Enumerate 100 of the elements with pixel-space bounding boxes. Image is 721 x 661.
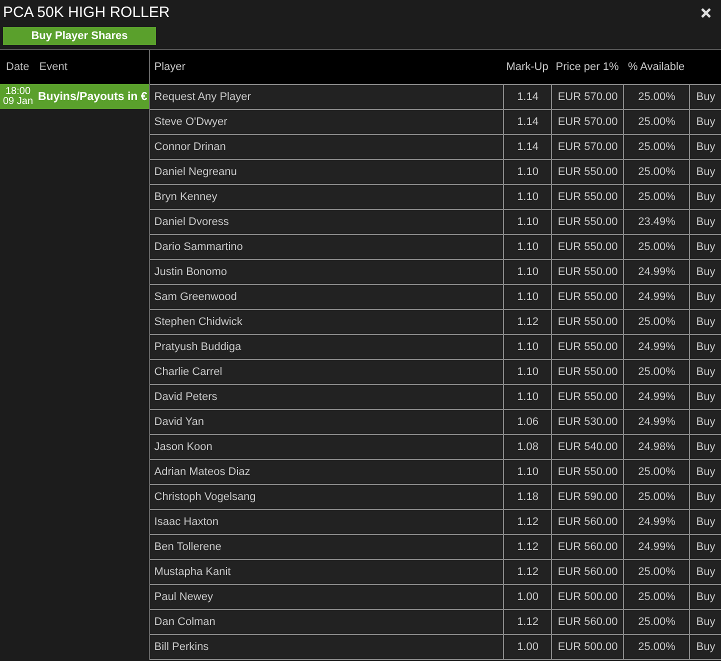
buy-button[interactable]: Buy: [689, 85, 721, 109]
available-cell: 25.00%: [623, 185, 690, 209]
price-cell: EUR 550.00: [551, 185, 624, 209]
available-cell: 24.99%: [623, 335, 690, 359]
price-cell: EUR 550.00: [551, 210, 624, 234]
close-icon[interactable]: [701, 8, 711, 18]
available-cell: 25.00%: [623, 310, 690, 334]
buy-button[interactable]: Buy: [689, 185, 721, 209]
player-cell: Dan Colman: [150, 610, 504, 634]
available-cell: 24.98%: [623, 435, 690, 459]
buy-button[interactable]: Buy: [689, 135, 721, 159]
price-cell: EUR 560.00: [551, 510, 624, 534]
price-cell: EUR 550.00: [551, 285, 624, 309]
buy-button[interactable]: Buy: [689, 360, 721, 384]
available-cell: 25.00%: [623, 110, 690, 134]
available-cell: 25.00%: [623, 160, 690, 184]
buy-button[interactable]: Buy: [689, 610, 721, 634]
player-cell: Sam Greenwood: [150, 285, 504, 309]
player-cell: Justin Bonomo: [150, 260, 504, 284]
buy-button[interactable]: Buy: [689, 535, 721, 559]
price-cell: EUR 570.00: [551, 85, 624, 109]
markup-cell: 1.12: [503, 310, 552, 334]
available-cell: 25.00%: [623, 135, 690, 159]
player-cell: Paul Newey: [150, 585, 504, 609]
buy-button[interactable]: Buy: [689, 285, 721, 309]
player-cell: Bill Perkins: [150, 635, 504, 659]
buy-button[interactable]: Buy: [689, 335, 721, 359]
buy-button[interactable]: Buy: [689, 260, 721, 284]
price-cell: EUR 550.00: [551, 310, 624, 334]
buy-button[interactable]: Buy: [689, 560, 721, 584]
price-cell: EUR 550.00: [551, 235, 624, 259]
player-cell: Connor Drinan: [150, 135, 504, 159]
buy-button[interactable]: Buy: [689, 235, 721, 259]
markup-cell: 1.10: [503, 260, 552, 284]
markup-cell: 1.00: [503, 585, 552, 609]
price-cell: EUR 570.00: [551, 135, 624, 159]
available-cell: 25.00%: [623, 610, 690, 634]
buy-button[interactable]: Buy: [689, 460, 721, 484]
column-header: Date: [6, 61, 30, 73]
buy-button[interactable]: Buy: [689, 585, 721, 609]
player-cell: Charlie Carrel: [150, 360, 504, 384]
player-cell: Request Any Player: [150, 85, 504, 109]
markup-cell: 1.00: [503, 635, 552, 659]
player-cell: Isaac Haxton: [150, 510, 504, 534]
markup-cell: 1.10: [503, 360, 552, 384]
markup-cell: 1.14: [503, 110, 552, 134]
available-cell: 23.49%: [623, 210, 690, 234]
player-cell: Stephen Chidwick: [150, 310, 504, 334]
markup-cell: 1.10: [503, 210, 552, 234]
buy-button[interactable]: Buy: [689, 410, 721, 434]
player-cell: Bryn Kenney: [150, 185, 504, 209]
player-cell: Jason Koon: [150, 435, 504, 459]
price-cell: EUR 560.00: [551, 535, 624, 559]
buy-button[interactable]: Buy: [689, 210, 721, 234]
price-cell: EUR 540.00: [551, 435, 624, 459]
price-cell: EUR 550.00: [551, 335, 624, 359]
markup-cell: 1.18: [503, 485, 552, 509]
markup-cell: 1.06: [503, 410, 552, 434]
buy-button[interactable]: Buy: [689, 310, 721, 334]
price-cell: EUR 560.00: [551, 610, 624, 634]
available-cell: 24.99%: [623, 510, 690, 534]
buy-button[interactable]: Buy: [689, 485, 721, 509]
player-cell: Daniel Dvoress: [150, 210, 504, 234]
buy-button[interactable]: Buy: [689, 635, 721, 659]
price-cell: EUR 500.00: [551, 635, 624, 659]
markup-cell: 1.10: [503, 285, 552, 309]
player-cell: Dario Sammartino: [150, 235, 504, 259]
buy-button[interactable]: Buy: [689, 510, 721, 534]
player-cell: Christoph Vogelsang: [150, 485, 504, 509]
available-cell: 25.00%: [623, 235, 690, 259]
available-cell: 24.99%: [623, 535, 690, 559]
available-cell: 25.00%: [623, 485, 690, 509]
buy-button[interactable]: Buy: [689, 160, 721, 184]
price-cell: EUR 530.00: [551, 410, 624, 434]
markup-cell: 1.10: [503, 185, 552, 209]
buy-button[interactable]: Buy: [689, 435, 721, 459]
player-cell: David Peters: [150, 385, 504, 409]
event-time: 18:00: [5, 86, 31, 96]
price-cell: EUR 550.00: [551, 260, 624, 284]
player-cell: Daniel Negreanu: [150, 160, 504, 184]
buy-button[interactable]: Buy: [689, 110, 721, 134]
player-cell: Ben Tollerene: [150, 535, 504, 559]
column-header: Event: [39, 61, 68, 73]
available-cell: 24.99%: [623, 285, 690, 309]
available-cell: 25.00%: [623, 85, 690, 109]
price-cell: EUR 550.00: [551, 160, 624, 184]
available-cell: 24.99%: [623, 260, 690, 284]
price-cell: EUR 560.00: [551, 560, 624, 584]
available-cell: 24.99%: [623, 410, 690, 434]
markup-cell: 1.12: [503, 510, 552, 534]
player-cell: Mustapha Kanit: [150, 560, 504, 584]
markup-cell: 1.08: [503, 435, 552, 459]
price-cell: EUR 550.00: [551, 360, 624, 384]
buy-button[interactable]: Buy: [689, 385, 721, 409]
available-cell: 25.00%: [623, 585, 690, 609]
markup-cell: 1.14: [503, 85, 552, 109]
available-cell: 25.00%: [623, 360, 690, 384]
markup-cell: 1.14: [503, 135, 552, 159]
markup-cell: 1.12: [503, 535, 552, 559]
markup-cell: 1.10: [503, 335, 552, 359]
